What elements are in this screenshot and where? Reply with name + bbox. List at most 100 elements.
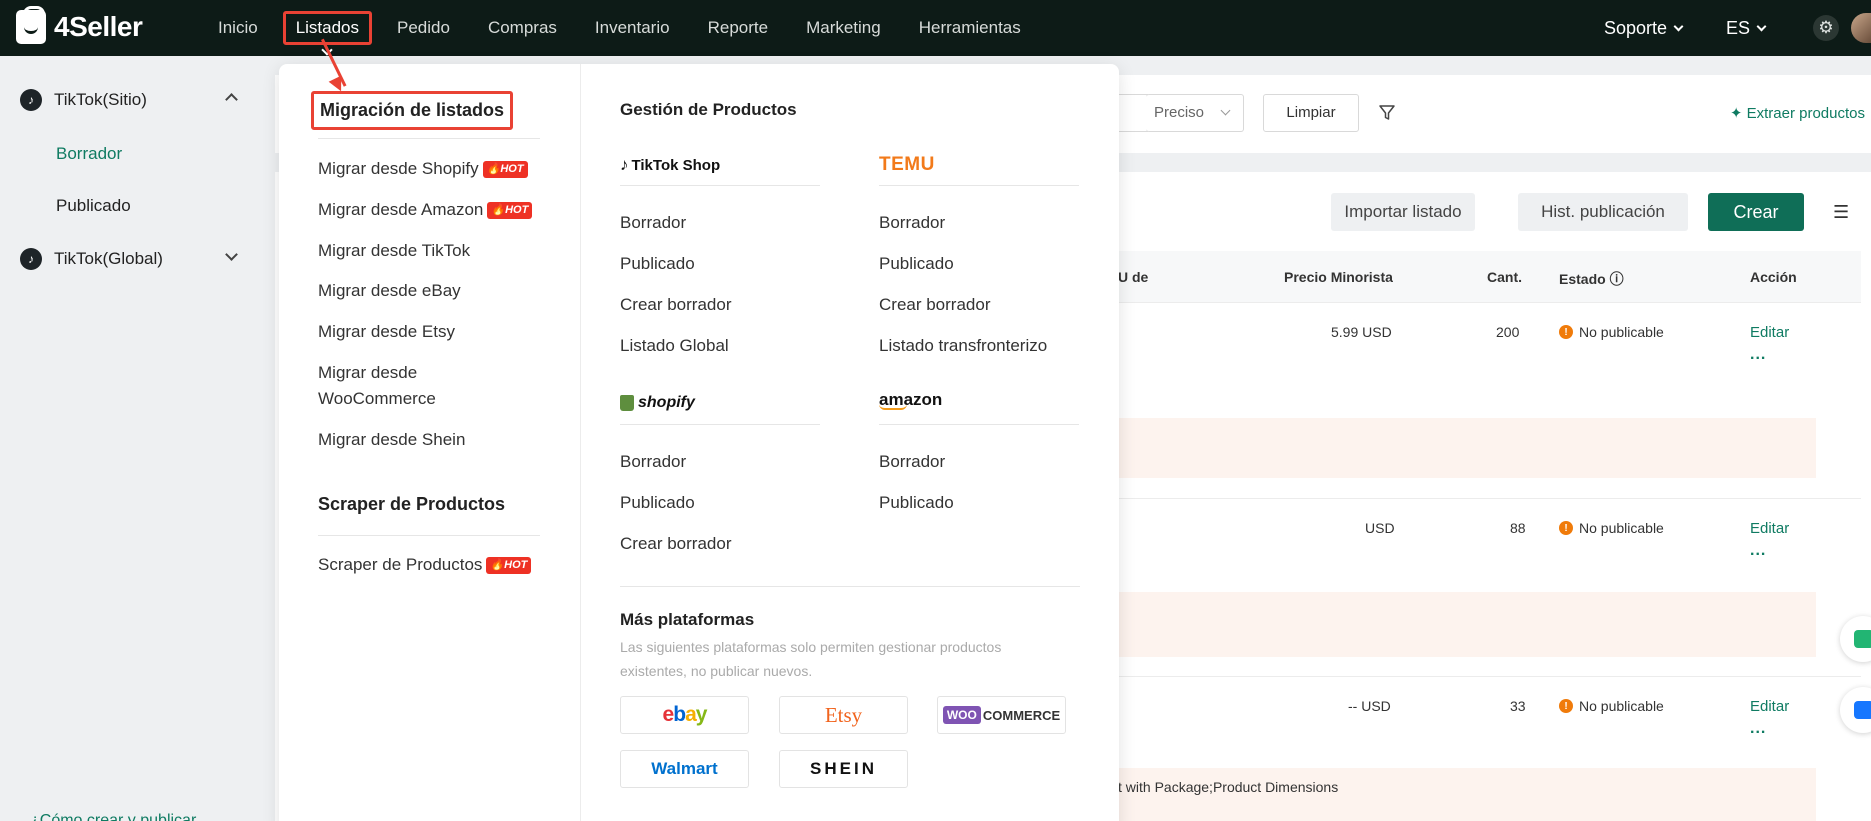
management-heading: Gestión de Productos	[620, 100, 797, 119]
migrate-shein-item[interactable]: Migrar desde Shein	[318, 427, 465, 453]
tiktok-borrador-link[interactable]: Borrador	[620, 213, 686, 233]
sidebar-group-tiktok-sitio[interactable]: ♪ TikTok(Sitio)	[20, 89, 240, 111]
status-header-label: Estado	[1559, 271, 1606, 287]
more-actions-link[interactable]: ...	[1750, 346, 1766, 364]
left-sidebar: ♪ TikTok(Sitio) Borrador Publicado ♪ Tik…	[0, 56, 268, 821]
ebay-platform-button[interactable]: ebay	[620, 696, 749, 734]
hot-label: HOT	[500, 162, 524, 175]
warning-icon: !	[1559, 325, 1573, 339]
amazon-smile-icon	[879, 404, 907, 410]
shopify-borrador-link[interactable]: Borrador	[620, 452, 686, 472]
clear-button[interactable]: Limpiar	[1263, 94, 1359, 132]
menu-item-label: Migrar desde Amazon	[318, 200, 484, 219]
woocommerce-platform-button[interactable]: WOO COMMERCE	[937, 696, 1066, 734]
shein-logo: SHEIN	[810, 759, 877, 778]
chevron-down-icon	[225, 248, 238, 261]
row-3-price: -- USD	[1348, 698, 1391, 714]
migrate-ebay-item[interactable]: Migrar desde eBay	[318, 278, 461, 304]
amazon-borrador-link[interactable]: Borrador	[879, 452, 945, 472]
more-platforms-description: Las siguientes plataformas solo permiten…	[620, 639, 1002, 679]
more-actions-link[interactable]: ...	[1750, 720, 1766, 738]
tiktok-shop-label: TikTok Shop	[631, 156, 721, 174]
nav-compras[interactable]: Compras	[488, 18, 557, 38]
tiktok-shop-logo: ♪ TikTok Shop	[620, 152, 720, 178]
edit-link[interactable]: Editar	[1750, 698, 1789, 715]
temu-listado-transfronterizo-link[interactable]: Listado transfronterizo	[879, 336, 1047, 356]
table-header: U de Precio Minorista Cant. Estado ⓘ Acc…	[1118, 251, 1861, 303]
migrate-amazon-item[interactable]: Migrar desde Amazon 🔥HOT	[318, 197, 533, 223]
edit-link[interactable]: Editar	[1750, 520, 1789, 537]
extract-label: Extraer productos	[1746, 105, 1865, 122]
support-menu[interactable]: Soporte	[1604, 18, 1684, 39]
search-input[interactable]	[1118, 94, 1148, 132]
migrate-woocommerce-item[interactable]: Migrar desde WooCommerce	[318, 360, 518, 412]
tiktok-crear-borrador-link[interactable]: Crear borrador	[620, 295, 732, 315]
more-actions-link[interactable]: ...	[1750, 542, 1766, 560]
filter-icon[interactable]	[1378, 104, 1396, 122]
divider	[318, 535, 540, 536]
menu-item-label: Migrar desde Shopify	[318, 159, 479, 178]
temu-borrador-link[interactable]: Borrador	[879, 213, 945, 233]
divider	[620, 185, 820, 186]
migrate-tiktok-item[interactable]: Migrar desde TikTok	[318, 238, 470, 264]
create-button[interactable]: Crear	[1708, 193, 1804, 231]
chat-icon	[1854, 630, 1871, 648]
nav-listados-label: Listados	[295, 18, 360, 37]
language-menu[interactable]: ES	[1726, 18, 1767, 39]
amazon-publicado-link[interactable]: Publicado	[879, 493, 954, 513]
publish-history-button[interactable]: Hist. publicación	[1518, 193, 1688, 231]
avatar[interactable]	[1851, 13, 1871, 43]
sidebar-item-publicado[interactable]: Publicado	[56, 196, 131, 216]
shopping-bag-logo-icon	[16, 6, 46, 44]
walmart-logo: Walmart	[651, 759, 718, 778]
gear-icon[interactable]: ⚙	[1813, 15, 1839, 41]
shopify-crear-borrador-link[interactable]: Crear borrador	[620, 534, 732, 554]
sidebar-item-borrador[interactable]: Borrador	[56, 144, 122, 164]
etsy-platform-button[interactable]: Etsy	[779, 696, 908, 734]
migrate-etsy-item[interactable]: Migrar desde Etsy	[318, 319, 455, 345]
tiktok-publicado-link[interactable]: Publicado	[620, 254, 695, 274]
nav-pedido[interactable]: Pedido	[397, 18, 450, 38]
menu-item-label: Scraper de Productos	[318, 555, 483, 574]
help-link[interactable]: ¿Cómo crear y publicar...	[30, 812, 209, 821]
match-mode-select[interactable]: Preciso	[1146, 94, 1244, 132]
column-settings-icon[interactable]: ☰	[1833, 202, 1849, 223]
nav-inicio[interactable]: Inicio	[218, 18, 258, 38]
error-message: t with Package;Product Dimensions	[1118, 779, 1339, 795]
hot-badge: 🔥HOT	[482, 160, 528, 178]
nav-inventario[interactable]: Inventario	[595, 18, 670, 38]
hot-label: HOT	[505, 203, 529, 216]
chevron-down-icon	[1673, 21, 1684, 31]
tiktok-listado-global-link[interactable]: Listado Global	[620, 336, 729, 356]
extract-products-link[interactable]: ✦ Extraer productos	[1730, 104, 1865, 122]
nav-listados[interactable]: Listados	[282, 11, 373, 56]
status-badge: ! No publicable	[1559, 324, 1664, 340]
migrate-shopify-item[interactable]: Migrar desde Shopify 🔥HOT	[318, 156, 528, 182]
nav-right-group: Soporte ES ⚙	[1604, 0, 1871, 56]
migration-heading: Migración de listados	[311, 91, 514, 130]
row-divider	[1118, 676, 1861, 677]
temu-crear-borrador-link[interactable]: Crear borrador	[879, 295, 991, 315]
nav-herramientas[interactable]: Herramientas	[919, 18, 1021, 38]
status-text: No publicable	[1579, 698, 1664, 714]
scraper-item[interactable]: Scraper de Productos 🔥HOT	[318, 552, 532, 578]
nav-marketing[interactable]: Marketing	[806, 18, 881, 38]
temu-publicado-link[interactable]: Publicado	[879, 254, 954, 274]
row-2-qty: 88	[1510, 520, 1526, 536]
help-circle-icon[interactable]: ⓘ	[1610, 271, 1624, 287]
sidebar-group-label: TikTok(Global)	[54, 249, 163, 268]
shopify-publicado-link[interactable]: Publicado	[620, 493, 695, 513]
edit-link[interactable]: Editar	[1750, 324, 1789, 341]
divider	[620, 586, 1080, 587]
shopify-label: shopify	[638, 394, 695, 411]
top-navigation-bar: 4Seller Inicio Listados Pedido Compras I…	[0, 0, 1871, 56]
shein-platform-button[interactable]: SHEIN	[779, 750, 908, 788]
divider	[879, 424, 1079, 425]
app-logo[interactable]: 4Seller	[16, 6, 143, 44]
row-3-qty: 33	[1510, 698, 1526, 714]
sidebar-group-tiktok-global[interactable]: ♪ TikTok(Global)	[20, 248, 240, 270]
import-listing-button[interactable]: Importar listado	[1331, 193, 1475, 231]
tiktok-icon: ♪	[620, 155, 629, 174]
walmart-platform-button[interactable]: Walmart	[620, 750, 749, 788]
nav-reporte[interactable]: Reporte	[708, 18, 768, 38]
